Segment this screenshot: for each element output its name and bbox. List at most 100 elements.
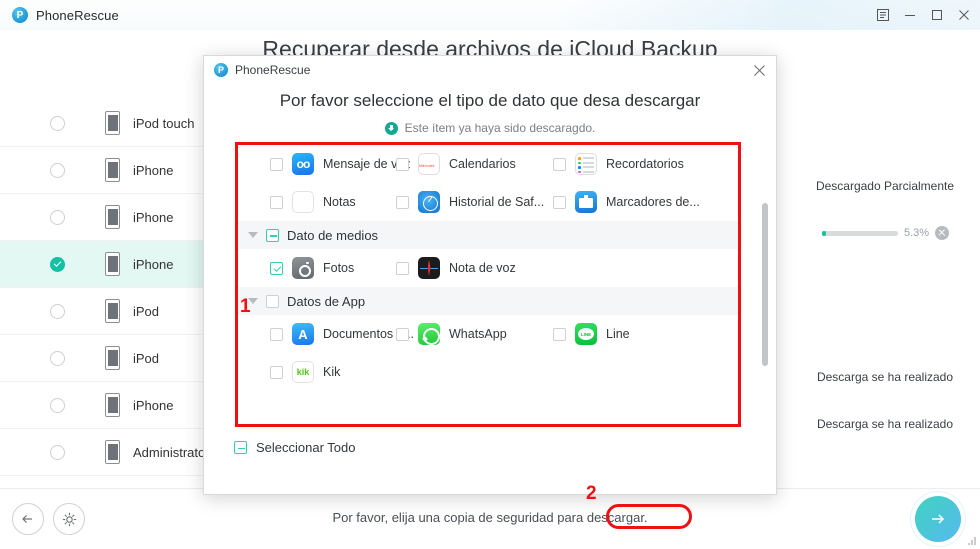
close-icon[interactable] (957, 9, 970, 22)
item-label: Marcadores de... (606, 195, 700, 209)
data-type-item[interactable]: Documentos d... (238, 323, 414, 345)
data-type-item[interactable]: Nota de voz (396, 257, 553, 279)
bottom-hint-text: Por favor, elija una copia de seguridad … (332, 510, 648, 525)
item-label: Fotos (323, 261, 355, 275)
data-type-item[interactable]: Line (553, 323, 708, 345)
device-name: iPhone (133, 209, 174, 225)
data-type-dialog: PhoneRescue Por favor seleccione el tipo… (203, 55, 777, 529)
resize-grip[interactable] (967, 536, 977, 546)
device-name: iPod (133, 350, 160, 366)
cancel-download-icon[interactable] (935, 226, 950, 240)
progress-fill (822, 230, 827, 236)
data-type-item[interactable]: Historial de Saf... (396, 191, 553, 213)
item-checkbox[interactable] (396, 157, 409, 171)
item-checkbox[interactable] (270, 157, 283, 171)
device-icon (105, 205, 120, 229)
item-label: WhatsApp (449, 327, 507, 341)
item-checkbox[interactable] (396, 261, 409, 275)
dialog-footer: Seleccionar Todo OK Cancelar (204, 426, 776, 494)
list-scrollbar[interactable] (762, 145, 768, 424)
device-status: Descargado Parcialmente (815, 179, 955, 193)
progress-track (822, 230, 898, 236)
data-type-item[interactable]: Mensaje de voz (238, 153, 411, 175)
select-all-label: Seleccionar Todo (256, 440, 356, 455)
data-type-row: Kik (238, 353, 738, 391)
line-icon (575, 323, 597, 345)
item-label: Calendarios (449, 157, 516, 171)
item-checkbox[interactable] (396, 327, 409, 341)
item-checkbox[interactable] (553, 327, 566, 341)
item-checkbox[interactable] (270, 365, 283, 379)
device-icon (105, 299, 120, 323)
data-type-item[interactable]: Miércoles 10 Calendarios (396, 153, 553, 175)
dialog-title-bar: PhoneRescue (204, 56, 776, 84)
item-label: Line (606, 327, 630, 341)
data-type-item[interactable]: Fotos (238, 257, 396, 279)
group-checkbox[interactable] (266, 294, 279, 308)
data-type-row: Mensaje de voz Miércoles 10 Calendarios (238, 145, 738, 183)
app-store-icon (292, 323, 314, 345)
annotation-marker-2: 2 (586, 483, 597, 504)
group-header-media[interactable]: Dato de medios (238, 221, 738, 249)
device-name: Administrator (133, 444, 210, 460)
voicemail-icon (292, 153, 314, 175)
group-header-app-data[interactable]: Datos de App (238, 287, 738, 315)
item-label: Nota de voz (449, 261, 516, 275)
app-logo-icon (12, 7, 28, 23)
device-radio[interactable] (50, 303, 65, 319)
group-checkbox[interactable] (266, 228, 279, 242)
device-icon (105, 158, 120, 182)
item-label: Notas (323, 195, 356, 209)
item-checkbox[interactable] (270, 327, 283, 341)
device-icon (105, 252, 120, 276)
notes-icon (292, 191, 314, 213)
item-checkbox-checked[interactable] (270, 261, 283, 275)
data-type-item[interactable]: Kik (238, 361, 396, 383)
chevron-down-icon[interactable] (248, 232, 258, 238)
close-icon[interactable] (751, 62, 767, 78)
device-icon (105, 111, 120, 135)
dialog-app-title: PhoneRescue (235, 63, 311, 77)
dialog-heading: Por favor seleccione el tipo de dato que… (279, 91, 701, 110)
data-type-row: Documentos d... WhatsApp Line (238, 315, 738, 353)
item-checkbox[interactable] (270, 195, 283, 209)
data-type-row: Notas Historial de Saf... Marcadores de.… (238, 183, 738, 221)
progress-percent: 5.3% (904, 227, 930, 239)
list-scrollbar-thumb[interactable] (762, 203, 768, 366)
device-radio-checked[interactable] (50, 256, 65, 272)
app-title: PhoneRescue (36, 7, 119, 23)
select-all-checkbox[interactable] (234, 441, 247, 454)
device-radio[interactable] (50, 350, 65, 366)
safari-history-icon (418, 191, 440, 213)
device-name: iPhone (133, 397, 174, 413)
data-type-item[interactable]: Marcadores de... (553, 191, 708, 213)
device-radio[interactable] (50, 162, 65, 178)
device-icon (105, 346, 120, 370)
device-radio[interactable] (50, 444, 65, 460)
item-checkbox[interactable] (553, 195, 566, 209)
whatsapp-icon (418, 323, 440, 345)
dialog-app-logo-icon (214, 63, 228, 77)
data-type-item[interactable]: Notas (238, 191, 396, 213)
minimize-icon[interactable] (903, 9, 916, 22)
item-checkbox[interactable] (553, 157, 566, 171)
next-button[interactable] (915, 496, 961, 542)
dialog-subline-text: Este ítem ya haya sido descaragdo. (404, 121, 596, 135)
device-name: iPod (133, 303, 160, 319)
item-label: Recordatorios (606, 157, 684, 171)
item-checkbox[interactable] (396, 195, 409, 209)
device-radio[interactable] (50, 209, 65, 225)
annotation-marker-1: 1 (240, 296, 251, 317)
list-icon[interactable] (876, 9, 889, 22)
maximize-icon[interactable] (930, 9, 943, 22)
phonerescue-window: PhoneRescue Recuperar desde archivos de … (0, 0, 980, 549)
title-bar: PhoneRescue (0, 0, 980, 30)
device-status: Descarga se ha realizado (816, 370, 954, 384)
data-type-item[interactable]: WhatsApp (396, 323, 553, 345)
calendar-icon: Miércoles 10 (418, 153, 440, 175)
select-all-control[interactable]: Seleccionar Todo (234, 440, 356, 455)
data-type-item[interactable]: Recordatorios (553, 153, 708, 175)
device-radio[interactable] (50, 115, 65, 131)
device-radio[interactable] (50, 397, 65, 413)
photos-icon (292, 257, 314, 279)
